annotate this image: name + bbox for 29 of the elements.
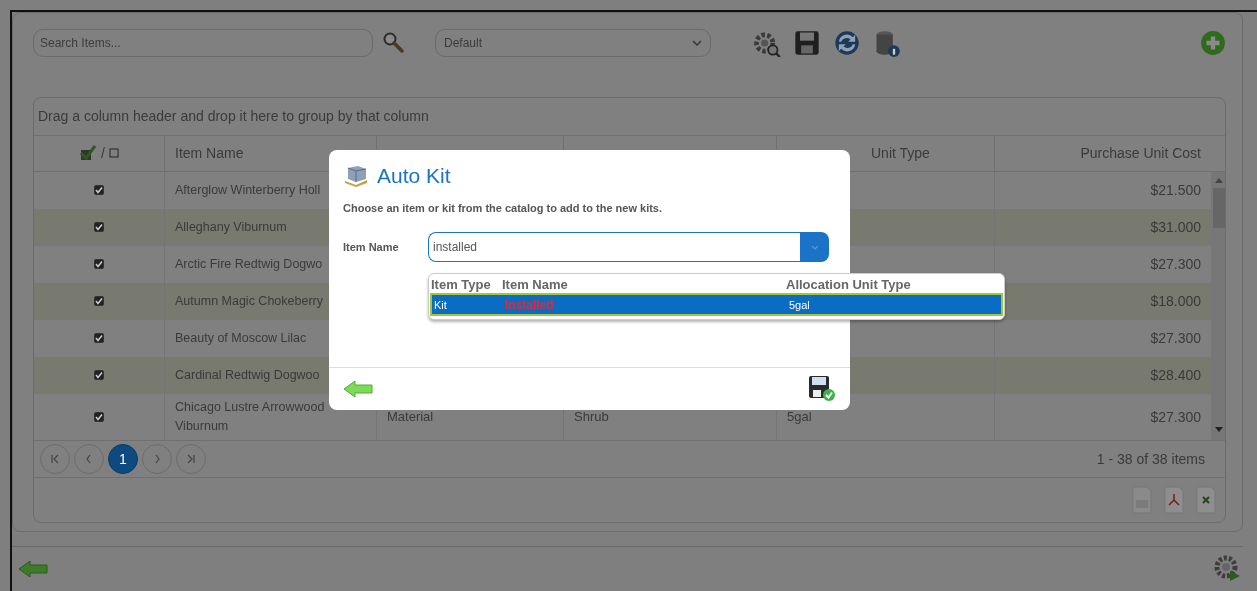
- group-panel-hint: Drag a column header and drop it here to group by that column: [38, 108, 429, 125]
- table-cell: Afterglow Winterberry Holl: [175, 183, 321, 198]
- field-label: Item Name: [343, 241, 400, 253]
- table-cell: $21.500: [1150, 182, 1201, 199]
- pager-summary: 1 - 38 of 38 items: [1096, 450, 1206, 467]
- table-cell: $27.300: [1150, 330, 1201, 347]
- table-cell: 5gal: [787, 409, 812, 425]
- table-cell: $18.000: [1150, 293, 1201, 310]
- suggestion-cell-text: Kit: [434, 298, 448, 311]
- table-cell: Arctic Fire Redtwig Dogwo: [175, 257, 323, 272]
- suggestion-column-header: Allocation Unit Type: [786, 276, 912, 292]
- table-cell: $28.400: [1150, 367, 1201, 384]
- suggestion-cell-text: Installed: [505, 297, 555, 312]
- table-cell: Cardinal Redtwig Dogwoo: [175, 368, 320, 383]
- table-cell: Autumn Magic Chokeberry: [175, 294, 323, 309]
- dialog-instruction: Choose an item or kit from the catalog to add to the new kits.: [343, 202, 664, 214]
- suggestion-column-header: Item Type: [431, 276, 492, 292]
- suggestion-cell-text: 5gal: [789, 298, 811, 311]
- header-separator: /: [101, 145, 105, 162]
- table-cell-text: Chicago Lustre Arrowwood Viburnum: [175, 398, 326, 435]
- table-cell: $27.300: [1150, 408, 1201, 425]
- table-cell: Beauty of Moscow Lilac: [175, 331, 307, 346]
- table-cell: Shrub: [574, 409, 609, 425]
- dialog-title: Auto Kit: [377, 164, 451, 188]
- table-cell: $27.300: [1150, 256, 1201, 273]
- table-cell: Material: [387, 409, 434, 425]
- table-cell: $31.000: [1150, 219, 1201, 236]
- suggestion-column-header: Item Name: [502, 276, 569, 292]
- table-cell: Alleghany Viburnum: [175, 220, 287, 235]
